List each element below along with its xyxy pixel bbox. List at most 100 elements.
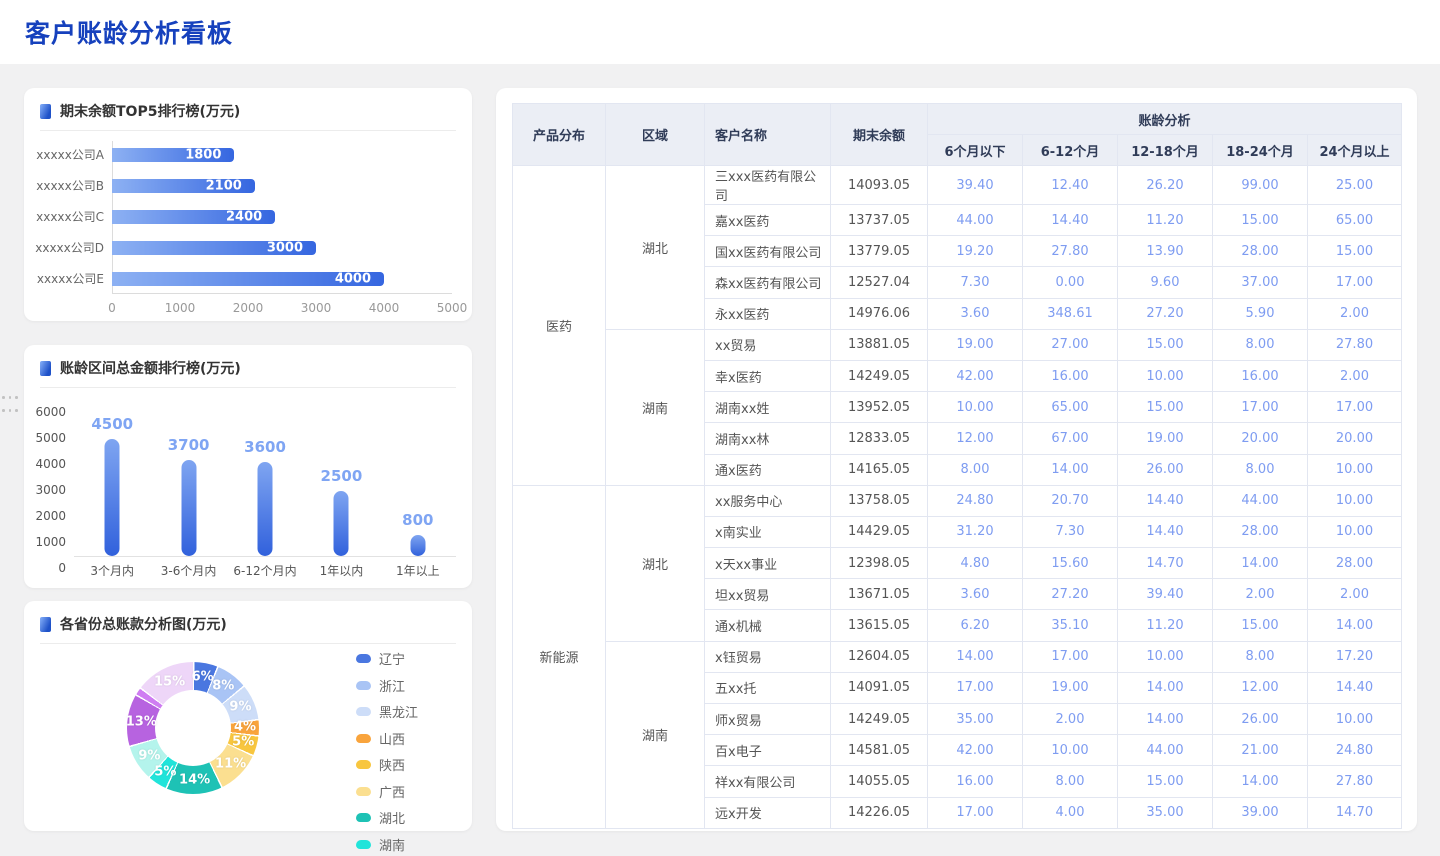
aging-value-cell[interactable]: 3.60: [928, 579, 1023, 610]
aging-value-cell[interactable]: 10.00: [1308, 454, 1402, 485]
aging-value-cell[interactable]: 17.00: [1308, 392, 1402, 423]
aging-value-cell[interactable]: 8.00: [1213, 641, 1308, 672]
aging-value-cell[interactable]: 0.00: [1023, 267, 1118, 298]
aging-value-cell[interactable]: 14.40: [1023, 205, 1118, 236]
aging-value-cell[interactable]: 15.00: [1308, 236, 1402, 267]
aging-value-cell[interactable]: 99.00: [1213, 166, 1308, 205]
aging-value-cell[interactable]: 19.20: [928, 236, 1023, 267]
legend-item-浙江[interactable]: 浙江: [356, 676, 418, 695]
aging-value-cell[interactable]: 12.40: [1023, 166, 1118, 205]
aging-value-cell[interactable]: 16.00: [928, 766, 1023, 797]
aging-value-cell[interactable]: 15.00: [1213, 205, 1308, 236]
top5-bar[interactable]: 3000: [112, 241, 316, 255]
aging-value-cell[interactable]: 14.70: [1308, 797, 1402, 828]
aging-value-cell[interactable]: 4.80: [928, 548, 1023, 579]
aging-value-cell[interactable]: 16.00: [1213, 360, 1308, 391]
aging-value-cell[interactable]: 14.70: [1118, 548, 1213, 579]
aging-bar[interactable]: [258, 462, 273, 556]
aging-value-cell[interactable]: 14.00: [1308, 610, 1402, 641]
aging-value-cell[interactable]: 65.00: [1023, 392, 1118, 423]
aging-value-cell[interactable]: 19.00: [928, 329, 1023, 360]
aging-value-cell[interactable]: 15.00: [1118, 392, 1213, 423]
aging-value-cell[interactable]: 10.00: [1308, 704, 1402, 735]
aging-value-cell[interactable]: 8.00: [1023, 766, 1118, 797]
aging-value-cell[interactable]: 2.00: [1308, 579, 1402, 610]
aging-value-cell[interactable]: 14.00: [928, 641, 1023, 672]
aging-value-cell[interactable]: 27.20: [1118, 298, 1213, 329]
aging-value-cell[interactable]: 67.00: [1023, 423, 1118, 454]
aging-value-cell[interactable]: 6.20: [928, 610, 1023, 641]
aging-value-cell[interactable]: 17.00: [1213, 392, 1308, 423]
aging-value-cell[interactable]: 8.00: [1213, 329, 1308, 360]
aging-value-cell[interactable]: 7.30: [928, 267, 1023, 298]
aging-value-cell[interactable]: 28.00: [1308, 548, 1402, 579]
top5-bar[interactable]: 4000: [112, 272, 384, 286]
aging-value-cell[interactable]: 27.80: [1023, 236, 1118, 267]
aging-value-cell[interactable]: 2.00: [1308, 298, 1402, 329]
aging-value-cell[interactable]: 14.00: [1213, 548, 1308, 579]
aging-value-cell[interactable]: 44.00: [1213, 485, 1308, 516]
aging-value-cell[interactable]: 28.00: [1213, 516, 1308, 547]
aging-value-cell[interactable]: 39.40: [928, 166, 1023, 205]
aging-value-cell[interactable]: 10.00: [1308, 516, 1402, 547]
legend-item-陕西[interactable]: 陕西: [356, 755, 418, 774]
aging-value-cell[interactable]: 10.00: [928, 392, 1023, 423]
aging-value-cell[interactable]: 3.60: [928, 298, 1023, 329]
aging-value-cell[interactable]: 10.00: [1118, 641, 1213, 672]
aging-value-cell[interactable]: 44.00: [928, 205, 1023, 236]
aging-value-cell[interactable]: 14.00: [1118, 704, 1213, 735]
aging-value-cell[interactable]: 19.00: [1023, 672, 1118, 703]
aging-value-cell[interactable]: 42.00: [928, 735, 1023, 766]
donut-ring[interactable]: 6%8%9%4%5%11%14%5%9%13%15%: [127, 662, 259, 794]
aging-value-cell[interactable]: 14.00: [1118, 672, 1213, 703]
aging-bar[interactable]: [181, 460, 196, 556]
aging-value-cell[interactable]: 20.00: [1308, 423, 1402, 454]
aging-value-cell[interactable]: 10.00: [1308, 485, 1402, 516]
top5-bar[interactable]: 2100: [112, 179, 255, 193]
aging-value-cell[interactable]: 27.00: [1023, 329, 1118, 360]
aging-value-cell[interactable]: 9.60: [1118, 267, 1213, 298]
aging-value-cell[interactable]: 35.00: [928, 704, 1023, 735]
aging-value-cell[interactable]: 24.80: [928, 485, 1023, 516]
aging-value-cell[interactable]: 31.20: [928, 516, 1023, 547]
aging-value-cell[interactable]: 16.00: [1023, 360, 1118, 391]
drag-handle[interactable]: [2, 396, 15, 418]
aging-value-cell[interactable]: 8.00: [928, 454, 1023, 485]
legend-item-黑龙江[interactable]: 黑龙江: [356, 702, 418, 721]
legend-item-湖南[interactable]: 湖南: [356, 835, 418, 854]
legend-item-湖北[interactable]: 湖北: [356, 808, 418, 827]
aging-value-cell[interactable]: 15.00: [1118, 766, 1213, 797]
aging-value-cell[interactable]: 24.80: [1308, 735, 1402, 766]
top5-bar[interactable]: 2400: [112, 210, 275, 224]
aging-value-cell[interactable]: 14.00: [1213, 766, 1308, 797]
aging-value-cell[interactable]: 27.80: [1308, 766, 1402, 797]
aging-value-cell[interactable]: 10.00: [1118, 360, 1213, 391]
aging-value-cell[interactable]: 4.00: [1023, 797, 1118, 828]
aging-value-cell[interactable]: 19.00: [1118, 423, 1213, 454]
aging-value-cell[interactable]: 35.10: [1023, 610, 1118, 641]
aging-value-cell[interactable]: 15.00: [1118, 329, 1213, 360]
aging-value-cell[interactable]: 12.00: [928, 423, 1023, 454]
aging-value-cell[interactable]: 26.00: [1213, 704, 1308, 735]
legend-item-广西[interactable]: 广西: [356, 782, 418, 801]
aging-value-cell[interactable]: 26.00: [1118, 454, 1213, 485]
aging-value-cell[interactable]: 44.00: [1118, 735, 1213, 766]
aging-value-cell[interactable]: 25.00: [1308, 166, 1402, 205]
aging-value-cell[interactable]: 8.00: [1213, 454, 1308, 485]
aging-value-cell[interactable]: 12.00: [1213, 672, 1308, 703]
aging-value-cell[interactable]: 27.80: [1308, 329, 1402, 360]
aging-value-cell[interactable]: 28.00: [1213, 236, 1308, 267]
aging-value-cell[interactable]: 7.30: [1023, 516, 1118, 547]
aging-value-cell[interactable]: 14.40: [1118, 516, 1213, 547]
aging-value-cell[interactable]: 348.61: [1023, 298, 1118, 329]
aging-value-cell[interactable]: 17.20: [1308, 641, 1402, 672]
aging-value-cell[interactable]: 5.90: [1213, 298, 1308, 329]
aging-value-cell[interactable]: 14.40: [1308, 672, 1402, 703]
aging-value-cell[interactable]: 35.00: [1118, 797, 1213, 828]
aging-value-cell[interactable]: 27.20: [1023, 579, 1118, 610]
aging-value-cell[interactable]: 13.90: [1118, 236, 1213, 267]
aging-bar[interactable]: [105, 439, 120, 556]
aging-value-cell[interactable]: 65.00: [1308, 205, 1402, 236]
legend-item-辽宁[interactable]: 辽宁: [356, 649, 418, 668]
aging-value-cell[interactable]: 17.00: [1308, 267, 1402, 298]
